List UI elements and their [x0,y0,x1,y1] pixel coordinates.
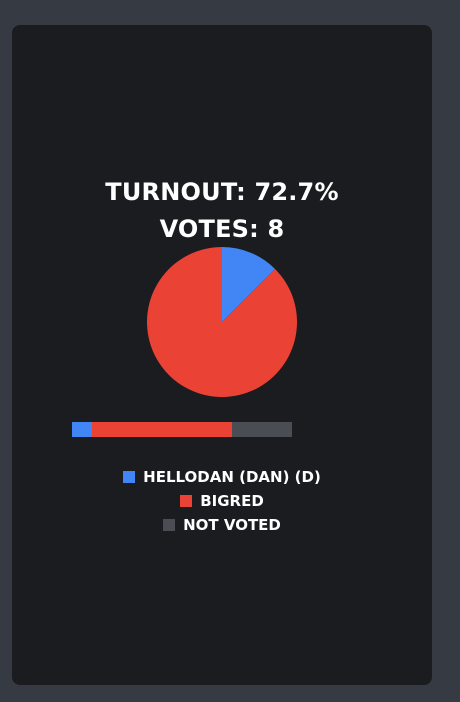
legend-item-not-voted: NOT VOTED [12,513,432,537]
turnout-bar [72,422,292,437]
results-card: TURNOUT: 72.7% VOTES: 8 HELLODAN (DAN) (… [12,25,432,685]
votes-label: VOTES: [159,215,259,243]
turnout-value: 72.7% [254,178,339,206]
legend-swatch-hellodan [123,471,136,483]
legend-item-hellodan: HELLODAN (DAN) (D) [12,465,432,489]
bar-segment-hellodan-dan-d [72,422,92,437]
legend-label-bigred: BIGRED [200,492,264,510]
legend: HELLODAN (DAN) (D) BIGRED NOT VOTED [12,465,432,537]
votes-value: 8 [267,215,285,243]
bar-segment-bigred [92,422,232,437]
votes-heading: VOTES: 8 [12,215,432,243]
turnout-heading: TURNOUT: 72.7% [12,178,432,206]
vote-pie-chart [146,247,297,397]
legend-label-not-voted: NOT VOTED [183,516,281,534]
legend-label-hellodan: HELLODAN (DAN) (D) [143,468,321,486]
pie-slice-bigred [146,247,297,397]
turnout-label: TURNOUT: [105,178,246,206]
legend-item-bigred: BIGRED [12,489,432,513]
legend-swatch-bigred [180,495,193,507]
legend-swatch-not-voted [163,519,176,531]
bar-segment-not-voted [232,422,292,437]
